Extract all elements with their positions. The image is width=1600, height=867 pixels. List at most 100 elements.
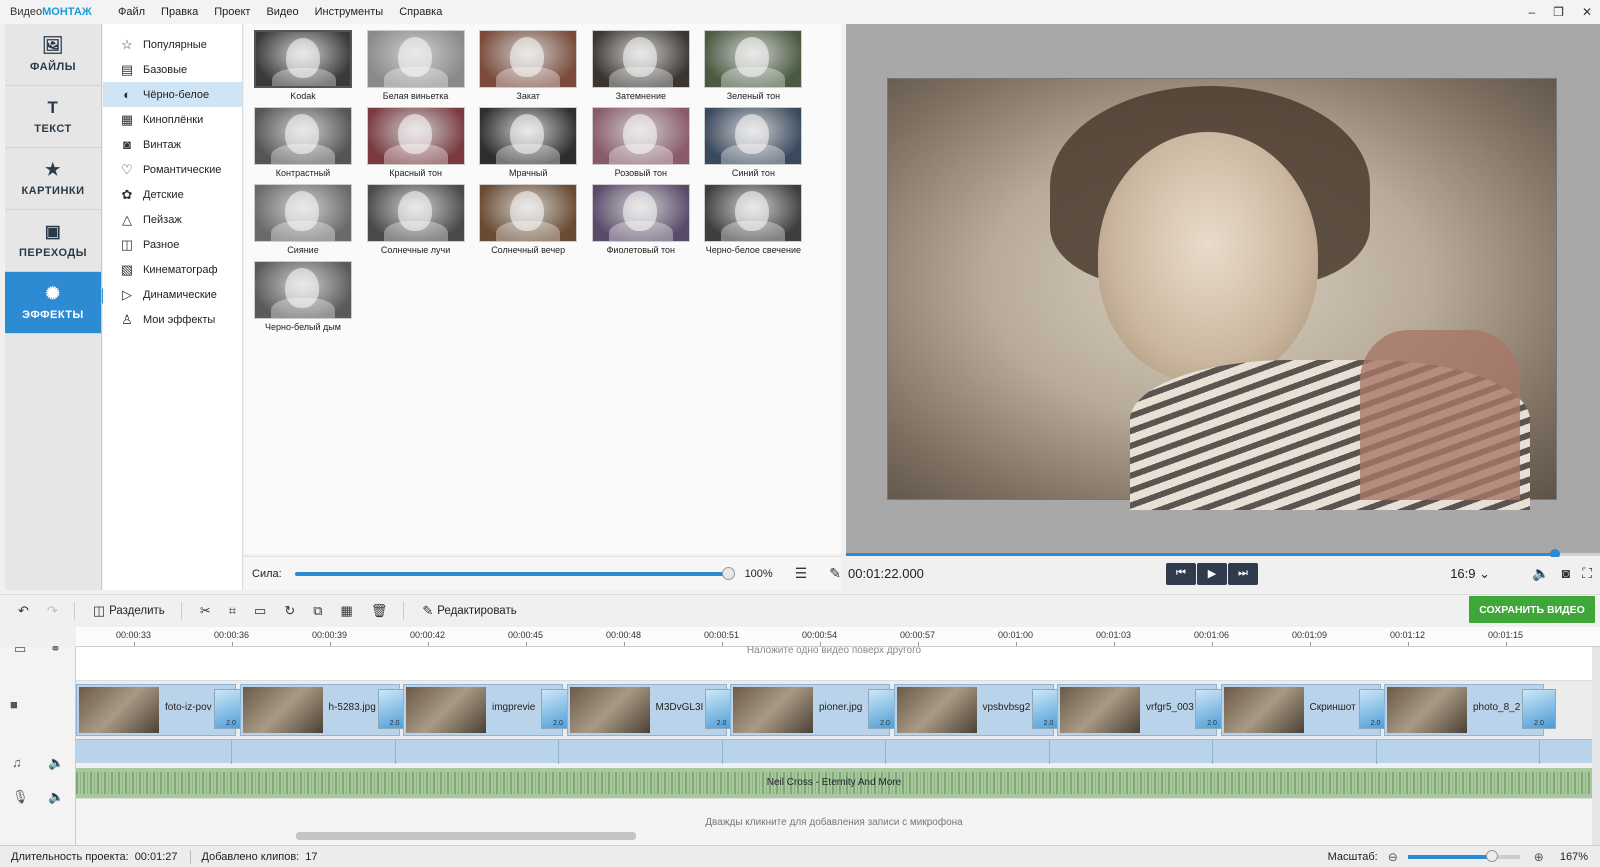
magic-wand-icon[interactable]: ✎	[829, 565, 841, 582]
effect-thumbnail[interactable]: Белая виньетка	[366, 30, 466, 106]
zoom-slider[interactable]	[1407, 850, 1520, 862]
transition-marker[interactable]: 2.0	[1522, 689, 1556, 729]
clip-name: pioner.jpg	[819, 702, 863, 713]
dynamic-icon: ▷	[122, 286, 132, 302]
skip-back-button[interactable]: ⏮	[1166, 562, 1196, 585]
category-item[interactable]: ▷ Динамические	[103, 282, 242, 307]
effect-thumbnail[interactable]: Солнечные лучи	[366, 184, 466, 260]
tab-image[interactable]: 🖼 ФАЙЛЫ	[5, 24, 101, 86]
category-item[interactable]: ◙ Винтаж	[103, 132, 242, 157]
video-clip[interactable]: photo_8_2	[1384, 684, 1544, 736]
video-clip[interactable]: vpsbvbsg2	[893, 684, 1054, 736]
horizontal-scrollbar[interactable]	[296, 832, 636, 840]
effect-thumbnail[interactable]: Kodak	[253, 30, 353, 106]
split-button[interactable]: Разделить	[109, 605, 165, 617]
split-icon[interactable]: ◫	[93, 603, 105, 619]
aspect-ratio-select[interactable]: 16:9 ⌄	[1450, 566, 1490, 582]
close-icon[interactable]: ✕	[1582, 0, 1592, 24]
film-strip-icon[interactable]: ▦	[341, 603, 353, 619]
maximize-icon[interactable]: ❐	[1553, 0, 1564, 24]
audio-track[interactable]: Neil Cross - Eternity And More	[76, 768, 1592, 798]
skip-forward-button[interactable]: ⏭	[1228, 562, 1258, 585]
category-item[interactable]: ☆ Популярные	[103, 32, 242, 57]
play-button[interactable]: ▶	[1197, 562, 1227, 585]
crop-icon[interactable]: ⌗	[229, 603, 236, 619]
fullscreen-icon[interactable]: ⛶	[1582, 565, 1592, 582]
timeline-ruler[interactable]: 00:00:33 00:00:36 00:00:39 00:00:42 00:00:45…	[76, 627, 1600, 647]
effect-thumbnail[interactable]: Солнечный вечер	[478, 184, 578, 260]
effect-thumbnail[interactable]: Сияние	[253, 184, 353, 260]
effect-label: Сияние	[287, 245, 319, 255]
clip-thumbnail	[1060, 687, 1140, 733]
frame-icon[interactable]: ▭	[254, 603, 266, 619]
video-track[interactable]: foto-iz-pov 2.0 h-5283.jpg 2.0 imgprevie 2.0 M…	[76, 681, 1592, 739]
effect-thumbnail[interactable]: Красный тон	[366, 107, 466, 183]
effect-thumbnail[interactable]: Закат	[478, 30, 578, 106]
zoom-out-icon[interactable]: ⊖	[1388, 850, 1398, 864]
edit-button[interactable]: Редактировать	[437, 605, 516, 617]
video-clip[interactable]: M3DvGL3I	[566, 684, 727, 736]
menu-item[interactable]: Файл	[110, 0, 153, 24]
effects-track-separator	[885, 740, 886, 764]
tab-star[interactable]: ★ КАРТИНКИ	[5, 148, 101, 210]
category-item[interactable]: △ Пейзаж	[103, 207, 242, 232]
cut-scissors-icon[interactable]: ✂	[200, 603, 211, 619]
video-clip[interactable]: pioner.jpg	[730, 684, 890, 736]
effect-thumbnail[interactable]: Синий тон	[703, 107, 803, 183]
effect-thumbnail[interactable]: Затемнение	[591, 30, 691, 106]
video-clip[interactable]: imgprevie	[403, 684, 563, 736]
category-item[interactable]: ◐ Чёрно-белое	[103, 82, 242, 107]
category-item[interactable]: ▧ Кинематограф	[103, 257, 242, 282]
adjust-settings-icon[interactable]: ☰	[795, 565, 808, 582]
undo-icon[interactable]: ↶	[18, 603, 29, 619]
menu-item[interactable]: Справка	[391, 0, 450, 24]
category-item[interactable]: ▤ Базовые	[103, 57, 242, 82]
audio-volume-icon[interactable]: 🔈	[48, 755, 64, 771]
menu-item[interactable]: Инструменты	[307, 0, 392, 24]
volume-icon[interactable]: 🔈	[1532, 565, 1549, 582]
zoom-in-icon[interactable]: ⊕	[1534, 850, 1544, 864]
video-clip[interactable]: h-5283.jpg	[239, 684, 400, 736]
tab-effects[interactable]: ✺ ЭФФЕКТЫ	[5, 272, 101, 334]
delete-trash-icon[interactable]: 🗑	[371, 603, 388, 619]
effect-thumbnail[interactable]: Зеленый тон	[703, 30, 803, 106]
effects-track[interactable]	[76, 739, 1592, 764]
mic-volume-icon[interactable]: 🔈	[48, 789, 64, 805]
category-item[interactable]: ♡ Романтические	[103, 157, 242, 182]
zoom-slider-knob[interactable]	[1485, 850, 1498, 862]
rotate-icon[interactable]: ↻	[284, 603, 295, 619]
category-item[interactable]: ♙ Мои эффекты	[103, 307, 242, 332]
effect-thumbnail[interactable]: Черно-белое свечение	[703, 184, 803, 260]
effect-thumbnail[interactable]: Фиолетовый тон	[591, 184, 691, 260]
misc-icon: ◫	[120, 236, 134, 252]
menu-item[interactable]: Видео	[258, 0, 306, 24]
toolbar-divider	[73, 601, 75, 620]
link-icon[interactable]: ⚭	[50, 641, 61, 657]
video-clip[interactable]: Скриншот	[1220, 684, 1381, 736]
effects-track-separator	[1539, 740, 1540, 764]
vertical-scrollbar[interactable]	[1592, 647, 1600, 845]
effect-thumbnail[interactable]: Черно-белый дым	[253, 261, 353, 337]
overlay-track[interactable]: Наложите одно видео поверх другого	[76, 645, 1592, 681]
tab-text[interactable]: T ТЕКСТ	[5, 86, 101, 148]
category-item[interactable]: ◫ Разное	[103, 232, 242, 257]
edit-pencil-icon[interactable]: ✎	[422, 603, 433, 619]
category-item[interactable]: ✿ Детские	[103, 182, 242, 207]
tab-transitions[interactable]: ▣ ПЕРЕХОДЫ	[5, 210, 101, 272]
zoom-clip-icon[interactable]: ⧉	[313, 603, 322, 619]
menu-item[interactable]: Правка	[153, 0, 206, 24]
video-clip[interactable]: foto-iz-pov	[76, 684, 236, 736]
zoom-control: Масштаб: ⊖ ⊕ 167%	[1328, 846, 1600, 867]
effect-thumbnail[interactable]: Контрастный	[253, 107, 353, 183]
video-clip[interactable]: vrfgr5_003	[1057, 684, 1217, 736]
snapshot-camera-icon[interactable]: ◙	[1562, 565, 1570, 582]
minimize-icon[interactable]: –	[1528, 0, 1535, 24]
effect-thumbnail[interactable]: Мрачный	[478, 107, 578, 183]
save-video-button[interactable]: СОХРАНИТЬ ВИДЕО	[1469, 596, 1595, 623]
category-item[interactable]: ▦ Киноплёнки	[103, 107, 242, 132]
menu-item[interactable]: Проект	[206, 0, 258, 24]
effect-thumbnail[interactable]: Розовый тон	[591, 107, 691, 183]
strength-slider[interactable]	[295, 566, 735, 580]
redo-icon[interactable]: ↷	[47, 603, 58, 619]
strength-slider-knob[interactable]	[721, 566, 735, 580]
